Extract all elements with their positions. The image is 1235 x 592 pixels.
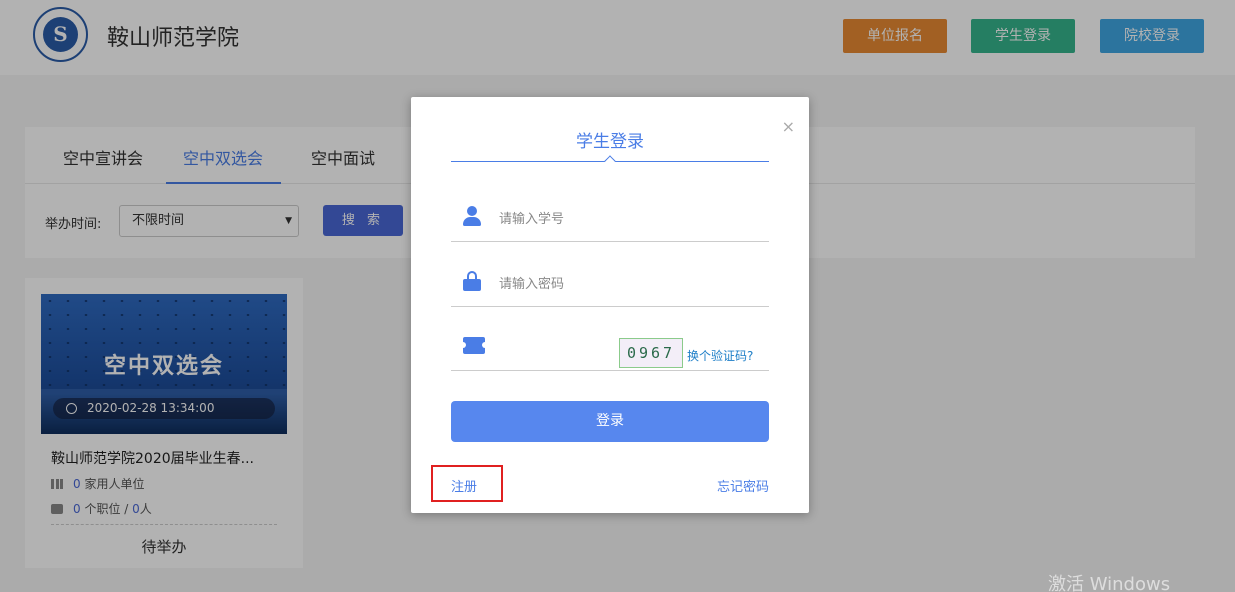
register-link[interactable]: 注册 xyxy=(451,476,477,495)
forgot-password-link[interactable]: 忘记密码 xyxy=(717,476,769,495)
login-button[interactable]: 登录 xyxy=(451,401,769,442)
captcha-field[interactable]: 0967 换个验证码? xyxy=(451,325,769,371)
dialog-title: 学生登录 xyxy=(576,132,644,152)
lock-icon xyxy=(463,271,481,291)
student-id-field[interactable]: 请输入学号 xyxy=(451,196,769,242)
user-icon xyxy=(463,206,481,226)
password-field[interactable]: 请输入密码 xyxy=(451,261,769,307)
student-id-input[interactable]: 请输入学号 xyxy=(499,208,564,227)
ticket-icon xyxy=(460,337,488,354)
student-login-dialog: × 学生登录 请输入学号 请输入密码 0967 换个验证码? 登录 注册 忘记密… xyxy=(411,97,809,513)
password-input[interactable]: 请输入密码 xyxy=(499,273,564,292)
change-captcha-link[interactable]: 换个验证码? xyxy=(687,347,753,364)
title-notch xyxy=(604,155,616,167)
captcha-image[interactable]: 0967 xyxy=(619,338,683,368)
windows-activation-watermark: 激活 Windows xyxy=(1048,574,1171,592)
